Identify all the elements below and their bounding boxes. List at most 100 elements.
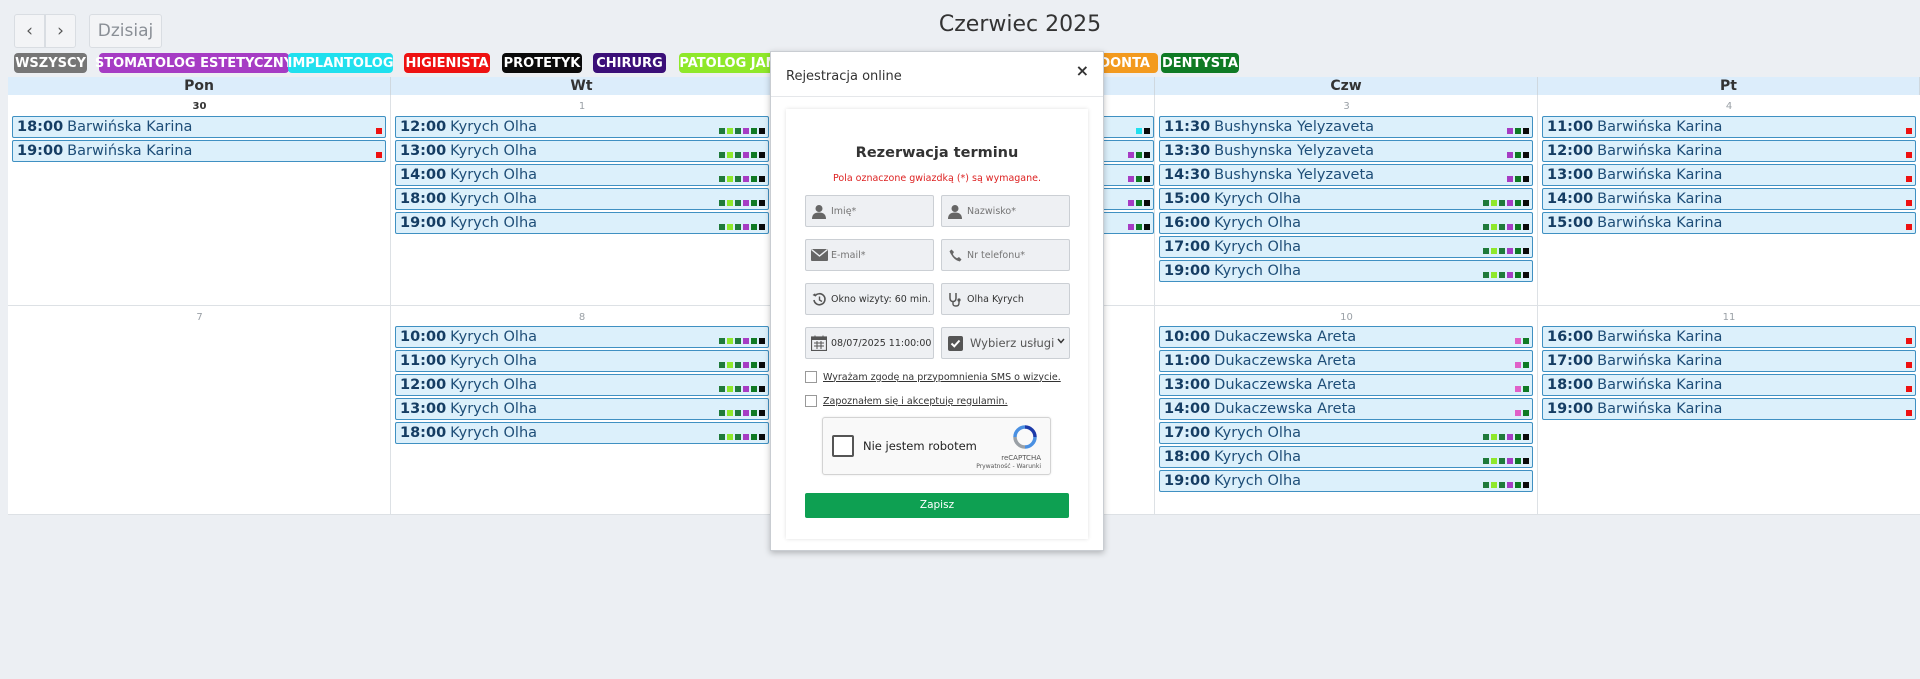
sms-consent-checkbox[interactable] [805, 371, 817, 383]
appointment-slot[interactable]: 19:00 Barwińska Karina [12, 140, 386, 162]
specialist-marker [1144, 176, 1150, 182]
specialist-markers [376, 152, 382, 158]
appointment-time: 18:00 [1547, 377, 1594, 393]
appointment-slot[interactable]: 14:00 Barwińska Karina [1542, 188, 1916, 210]
first-name-field[interactable] [805, 195, 934, 227]
specialist-markers [1507, 176, 1529, 182]
appointment-slot[interactable]: 17:00 Kyrych Olha [1159, 422, 1533, 444]
appointment-time: 14:30 [1164, 167, 1211, 183]
appointment-slot[interactable]: 15:00 Kyrych Olha [1159, 188, 1533, 210]
appointment-slot[interactable]: 19:00 Kyrych Olha [395, 212, 769, 234]
visit-window-field: Okno wizyty: 60 min. [805, 283, 934, 315]
appointment-slot[interactable]: 11:00 Barwińska Karina [1542, 116, 1916, 138]
specialist-markers [1483, 224, 1529, 230]
specialist-markers [1128, 152, 1150, 158]
last-name-input[interactable] [967, 205, 1057, 217]
appointment-name: Kyrych Olha [450, 425, 538, 441]
specialist-marker [1515, 362, 1521, 368]
appointment-slot[interactable]: 14:00 Dukaczewska Areta [1159, 398, 1533, 420]
specialist-marker [1491, 272, 1497, 278]
appointment-slot[interactable]: 12:00 Kyrych Olha [395, 374, 769, 396]
appointment-slot[interactable]: 10:00 Dukaczewska Areta [1159, 326, 1533, 348]
appointment-time: 12:00 [400, 377, 447, 393]
email-field[interactable] [805, 239, 934, 271]
close-icon[interactable]: × [1076, 61, 1089, 80]
specialist-markers [1515, 410, 1529, 416]
appointment-slot[interactable]: 15:00 Barwińska Karina [1542, 212, 1916, 234]
services-select[interactable]: Wybierz usługi [941, 327, 1070, 359]
appointment-slot[interactable]: 11:00 Dukaczewska Areta [1159, 350, 1533, 372]
email-input[interactable] [831, 249, 921, 261]
appointment-name: Barwińska Karina [1597, 143, 1723, 159]
appointment-slot[interactable]: 11:30 Bushynska Yelyzaveta [1159, 116, 1533, 138]
appointment-slot[interactable]: 14:00 Kyrych Olha [395, 164, 769, 186]
day-header-pon: Pon [8, 77, 391, 95]
specialist-marker [376, 128, 382, 134]
event-hidden[interactable] [1098, 188, 1154, 210]
specialist-marker [751, 386, 757, 392]
visit-window-text: Okno wizyty: 60 min. [831, 293, 931, 305]
appointment-slot[interactable]: 19:00 Kyrych Olha [1159, 260, 1533, 282]
appointment-slot[interactable]: 13:00 Kyrych Olha [395, 140, 769, 162]
appointment-slot[interactable]: 13:00 Dukaczewska Areta [1159, 374, 1533, 396]
submit-button[interactable]: Zapisz [805, 493, 1069, 518]
appointment-slot[interactable]: 18:00 Barwińska Karina [1542, 374, 1916, 396]
filter-patolog-jam[interactable]: PATOLOG JAM [679, 53, 779, 73]
recaptcha-links[interactable]: Prywatność - Warunki [976, 463, 1041, 470]
date-number: 10 [1340, 312, 1353, 323]
appointment-slot[interactable]: 18:00 Kyrych Olha [395, 188, 769, 210]
filter-wszyscy[interactable]: WSZYSCY [14, 53, 87, 73]
event-hidden[interactable] [1098, 116, 1154, 138]
phone-field[interactable] [941, 239, 1070, 271]
terms-consent-row: Zapoznałem się i akceptuję regulamin. [805, 394, 1008, 408]
appointment-slot[interactable]: 19:00 Barwińska Karina [1542, 398, 1916, 420]
appointment-slot[interactable]: 17:00 Kyrych Olha [1159, 236, 1533, 258]
appointment-slot[interactable]: 16:00 Barwińska Karina [1542, 326, 1916, 348]
specialist-marker [727, 128, 733, 134]
appointment-slot[interactable]: 14:30 Bushynska Yelyzaveta [1159, 164, 1533, 186]
appointment-slot[interactable]: 16:00 Kyrych Olha [1159, 212, 1533, 234]
filter-stomatolog-estetyczny[interactable]: STOMATOLOG ESTETYCZNY [95, 53, 293, 73]
first-name-input[interactable] [831, 205, 921, 217]
specialist-marker [1491, 482, 1497, 488]
specialist-marker [743, 200, 749, 206]
appointment-slot[interactable]: 13:00 Kyrych Olha [395, 398, 769, 420]
appointment-slot[interactable]: 13:00 Barwińska Karina [1542, 164, 1916, 186]
event-hidden[interactable] [1098, 140, 1154, 162]
appointment-slot[interactable]: 11:00 Kyrych Olha [395, 350, 769, 372]
filter-dentysta[interactable]: DENTYSTA [1161, 53, 1239, 73]
filter-implantolog[interactable]: IMPLANTOLOG [288, 53, 394, 73]
sms-consent-label[interactable]: Wyrażam zgodę na przypomnienia SMS o wiz… [823, 372, 1061, 383]
terms-consent-label[interactable]: Zapoznałem się i akceptuję regulamin. [823, 396, 1008, 407]
appointment-slot[interactable]: 18:00 Kyrych Olha [395, 422, 769, 444]
event-hidden[interactable] [1098, 212, 1154, 234]
specialist-marker [719, 224, 725, 230]
appointment-slot[interactable]: 10:00 Kyrych Olha [395, 326, 769, 348]
appointment-slot[interactable]: 17:00 Barwińska Karina [1542, 350, 1916, 372]
appointment-name: Kyrych Olha [1214, 449, 1302, 465]
datetime-field[interactable]: 08/07/2025 11:00:00 [805, 327, 934, 359]
filter-higienista[interactable]: HIGIENISTA [404, 53, 490, 73]
last-name-field[interactable] [941, 195, 1070, 227]
specialist-marker [727, 386, 733, 392]
terms-consent-checkbox[interactable] [805, 395, 817, 407]
specialist-marker [1507, 272, 1513, 278]
specialist-marker [1499, 248, 1505, 254]
specialist-marker [1136, 200, 1142, 206]
date-number: 3 [1343, 101, 1350, 112]
phone-input[interactable] [967, 249, 1057, 261]
specialist-marker [727, 338, 733, 344]
appointment-slot[interactable]: 12:00 Barwińska Karina [1542, 140, 1916, 162]
appointment-slot[interactable]: 13:30 Bushynska Yelyzaveta [1159, 140, 1533, 162]
appointment-time: 18:00 [17, 119, 64, 135]
appointment-time: 19:00 [1164, 473, 1211, 489]
filter-protetyk[interactable]: PROTETYK [502, 53, 582, 73]
recaptcha-checkbox[interactable] [832, 435, 854, 457]
appointment-slot[interactable]: 19:00 Kyrych Olha [1159, 470, 1533, 492]
appointment-slot[interactable]: 18:00 Barwińska Karina [12, 116, 386, 138]
appointment-slot[interactable]: 18:00 Kyrych Olha [1159, 446, 1533, 468]
calendar-icon [810, 334, 828, 352]
event-hidden[interactable] [1098, 164, 1154, 186]
appointment-slot[interactable]: 12:00 Kyrych Olha [395, 116, 769, 138]
filter-chirurg[interactable]: CHIRURG [593, 53, 666, 73]
